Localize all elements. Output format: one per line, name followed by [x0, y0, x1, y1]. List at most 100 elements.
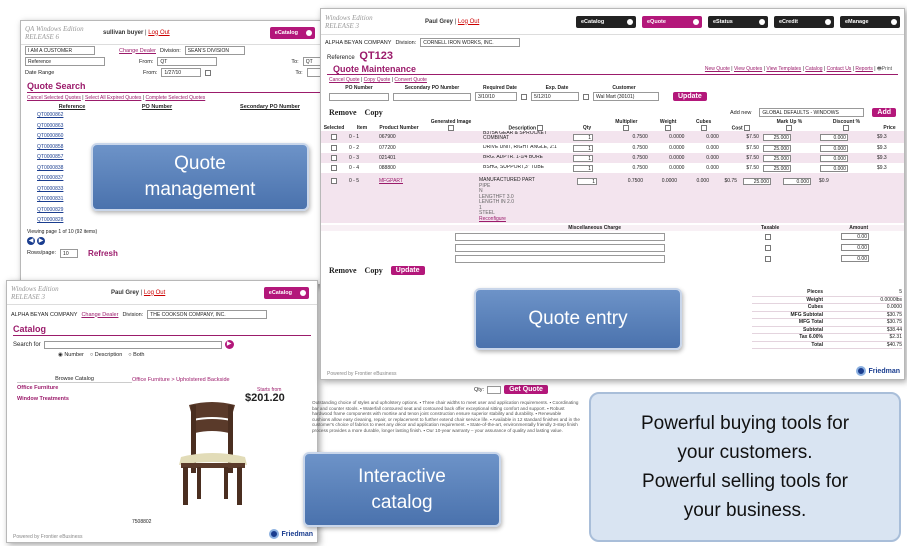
division-select[interactable]: CORNELL IRON WORKS, INC.	[420, 38, 521, 47]
ecatalog-button[interactable]: eCatalog	[269, 26, 315, 39]
callout-line-2: catalog	[371, 491, 433, 513]
search-go-icon[interactable]: ▶	[224, 340, 234, 349]
prev-page-icon[interactable]: ◀	[27, 236, 35, 245]
nav-ecredit-button[interactable]: eCredit	[774, 15, 834, 28]
top-link-4[interactable]: Contact Us	[827, 66, 852, 72]
print-link[interactable]: Print	[882, 66, 892, 72]
customer-select[interactable]: Wal Mart (30101)	[593, 92, 659, 101]
remove-button[interactable]: Remove	[329, 108, 357, 117]
remove-button[interactable]: Remove	[329, 266, 357, 275]
taxable-checkbox[interactable]	[765, 233, 771, 240]
calendar-icon[interactable]	[583, 93, 589, 100]
update-button[interactable]: Update	[390, 266, 425, 276]
refresh-button[interactable]: Refresh	[88, 249, 118, 258]
logout-link[interactable]: Log Out	[144, 290, 165, 296]
select-expired-link[interactable]: Select All Expired Quotes	[85, 95, 141, 101]
browse-item-office[interactable]: Office Furniture	[17, 385, 132, 391]
tagline-line-2: your customers.	[677, 442, 813, 463]
copy-button[interactable]: Copy	[365, 266, 383, 275]
from-date-input[interactable]: 1/27/10	[161, 68, 202, 77]
nav-estatus-button[interactable]: eStatus	[708, 15, 768, 28]
copy-button[interactable]: Copy	[365, 108, 383, 117]
discount-input[interactable]: 0.000	[819, 144, 848, 152]
discount-input[interactable]: 0.000	[783, 178, 811, 186]
markup-input[interactable]: 25.000	[743, 178, 771, 186]
product-link[interactable]: MFGPART	[379, 178, 479, 223]
top-link-1[interactable]: View Quotes	[734, 66, 762, 72]
amount-input[interactable]: 0.00	[841, 244, 869, 252]
search-input[interactable]	[43, 340, 222, 349]
row-checkbox[interactable]	[331, 134, 337, 141]
amount-input[interactable]: 0.00	[841, 233, 869, 241]
qty-input[interactable]: 1	[573, 164, 593, 172]
taxable-checkbox[interactable]	[765, 244, 771, 251]
secondary-po-input[interactable]	[393, 92, 471, 101]
breadcrumb[interactable]: Office Furniture > Upholstered Backside	[132, 377, 230, 383]
row-checkbox[interactable]	[331, 155, 337, 162]
required-date-input[interactable]: 3/10/10	[475, 92, 517, 101]
reference-label: Reference	[327, 55, 355, 61]
po-number-input[interactable]	[329, 92, 389, 101]
radio-description[interactable]: ○ Description	[90, 352, 122, 358]
misc-charge-input[interactable]	[455, 232, 665, 241]
change-dealer-link[interactable]: Change Dealer	[119, 48, 156, 54]
markup-input[interactable]: 25.000	[762, 133, 791, 141]
from-input[interactable]: QT	[157, 57, 218, 66]
nav-equote-button[interactable]: eQuote	[642, 15, 702, 28]
qty-input[interactable]: 1	[573, 144, 593, 152]
next-page-icon[interactable]: ▶	[37, 236, 45, 245]
taxable-checkbox[interactable]	[765, 255, 771, 262]
top-link-2[interactable]: View Templates	[766, 66, 801, 72]
filter-field-select[interactable]: Reference	[25, 57, 105, 66]
discount-input[interactable]: 0.000	[819, 164, 848, 172]
misc-charge-input[interactable]	[455, 254, 665, 263]
markup-input[interactable]: 25.000	[762, 164, 791, 172]
copy-quote-link[interactable]: Copy Quote	[364, 77, 391, 83]
browse-item-window[interactable]: Window Treatments	[17, 396, 132, 402]
misc-charge-input[interactable]	[455, 243, 665, 252]
cancel-quote-link[interactable]: Cancel Quote	[329, 77, 360, 83]
discount-input[interactable]: 0.000	[819, 133, 848, 141]
update-button[interactable]: Update	[673, 92, 707, 101]
row-checkbox[interactable]	[331, 165, 337, 172]
top-link-0[interactable]: New Quote	[705, 66, 730, 72]
exp-date-input[interactable]: 5/12/10	[531, 92, 579, 101]
markup-input[interactable]: 25.000	[762, 154, 791, 162]
qty-input[interactable]	[487, 385, 502, 394]
amount-input[interactable]: 0.00	[841, 255, 869, 263]
get-quote-button[interactable]: Get Quote	[504, 385, 548, 394]
reconfigure-link[interactable]: Reconfigure	[479, 216, 569, 223]
qty-input[interactable]: 1	[577, 178, 597, 186]
qty-input[interactable]: 1	[573, 133, 593, 141]
rows-per-page-input[interactable]: 10	[60, 248, 79, 258]
top-link-3[interactable]: Catalog	[805, 66, 822, 72]
division-select[interactable]: THE COOKSON COMPANY, INC.	[147, 310, 268, 319]
radio-number[interactable]: ◉ Number	[58, 352, 84, 358]
division-select[interactable]: SEAN'S DIVISION	[184, 46, 245, 55]
complete-selected-link[interactable]: Complete Selected Quotes	[146, 95, 206, 101]
discount-input[interactable]: 0.000	[819, 154, 848, 162]
convert-quote-link[interactable]: Convert Quote	[394, 77, 427, 83]
add-button[interactable]: Add	[872, 108, 896, 117]
reference-link[interactable]: QT0000828	[27, 217, 117, 223]
logout-link[interactable]: Log Out	[148, 30, 169, 36]
row-checkbox[interactable]	[331, 178, 337, 185]
calendar-icon[interactable]	[521, 93, 527, 100]
reference-link[interactable]: QT0000860	[27, 133, 117, 139]
logout-link[interactable]: Log Out	[458, 19, 479, 25]
add-new-select[interactable]: GLOBAL DEFAULTS - WINDOWS	[759, 108, 865, 117]
pager: ◀ ▶	[27, 236, 343, 245]
qty-input[interactable]: 1	[573, 154, 593, 162]
reference-link[interactable]: QT0000863	[27, 123, 117, 129]
top-link-5[interactable]: Reports	[855, 66, 873, 72]
cancel-selected-link[interactable]: Cancel Selected Quotes	[27, 95, 81, 101]
row-checkbox[interactable]	[331, 145, 337, 152]
nav-emanage-button[interactable]: eManage	[840, 15, 900, 28]
calendar-icon[interactable]	[205, 69, 212, 76]
nav-ecatalog-button[interactable]: eCatalog	[576, 15, 636, 28]
ecatalog-button[interactable]: eCatalog	[263, 286, 309, 299]
reference-link[interactable]: QT0000862	[27, 112, 117, 118]
change-dealer-link[interactable]: Change Dealer	[81, 312, 118, 318]
markup-input[interactable]: 25.000	[762, 144, 791, 152]
radio-both[interactable]: ○ Both	[128, 352, 144, 358]
